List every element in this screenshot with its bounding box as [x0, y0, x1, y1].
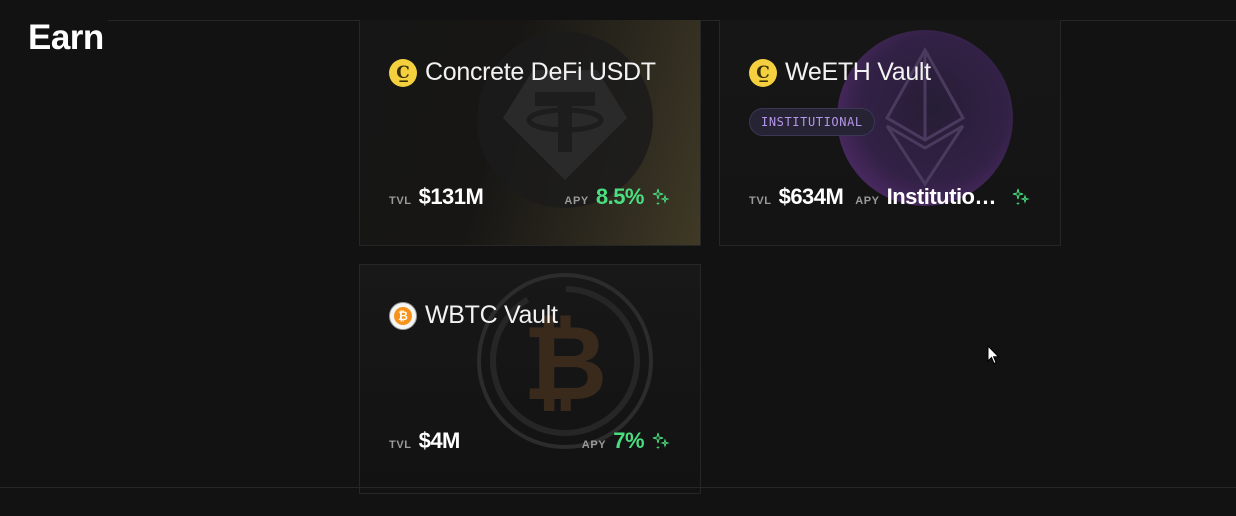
- vault-stats: TVL $131M APY 8.5%: [389, 184, 670, 210]
- tvl-stat: TVL $131M: [389, 184, 484, 210]
- concrete-c-icon: C̲: [389, 58, 417, 87]
- concrete-c-icon: C̲: [749, 58, 777, 87]
- vault-card-weeth-vault[interactable]: C̲ WeETH Vault INSTITUTIONAL TVL $634M A…: [719, 20, 1061, 246]
- tvl-stat: TVL $4M: [389, 428, 460, 454]
- tvl-label: TVL: [389, 195, 412, 207]
- institutional-badge: INSTITUTIONAL: [749, 108, 875, 136]
- apy-label: APY: [855, 195, 880, 207]
- tvl-label: TVL: [389, 439, 412, 451]
- vault-name: Concrete DeFi USDT: [425, 58, 656, 86]
- apy-label: APY: [564, 195, 589, 207]
- vault-header: C̲ Concrete DeFi USDT: [389, 58, 656, 87]
- bitcoin-icon: ₿: [477, 273, 653, 449]
- apy-value: Institutio…: [886, 184, 996, 209]
- tvl-value: $4M: [418, 428, 461, 453]
- vault-header: C̲ WeETH Vault: [749, 58, 931, 87]
- vault-header: ₿ WBTC Vault: [389, 301, 558, 330]
- apy-stat: APY 7%: [582, 428, 670, 454]
- bitcoin-icon: ₿: [389, 301, 417, 330]
- vault-stats: TVL $634M APY Institutio…: [749, 184, 1030, 210]
- tvl-value: $634M: [778, 184, 844, 209]
- vault-stats: TVL $4M APY 7%: [389, 428, 670, 454]
- apy-value: 8.5%: [595, 184, 645, 209]
- sparkle-icon[interactable]: [652, 432, 670, 450]
- sparkle-icon[interactable]: [652, 188, 670, 206]
- tvl-label: TVL: [749, 195, 772, 207]
- vault-card-wbtc-vault[interactable]: ₿ ₿ WBTC Vault TVL $4M APY 7%: [359, 264, 701, 494]
- apy-value: 7%: [613, 428, 644, 453]
- tether-icon: [477, 32, 653, 208]
- apy-label: APY: [581, 439, 607, 451]
- sparkle-icon[interactable]: [1012, 188, 1030, 206]
- tvl-value: $131M: [418, 184, 484, 209]
- vault-name: WBTC Vault: [425, 301, 558, 329]
- bottom-divider: [0, 487, 1236, 488]
- vault-card-concrete-defi-usdt[interactable]: C̲ Concrete DeFi USDT TVL $131M APY 8.5%: [359, 20, 701, 246]
- vault-name: WeETH Vault: [785, 58, 931, 86]
- page-title: Earn: [28, 18, 104, 57]
- mouse-cursor-icon: [987, 345, 1000, 365]
- tvl-stat: TVL $634M: [749, 184, 844, 210]
- apy-stat: APY Institutio…: [855, 184, 1030, 210]
- apy-stat: APY 8.5%: [564, 184, 670, 210]
